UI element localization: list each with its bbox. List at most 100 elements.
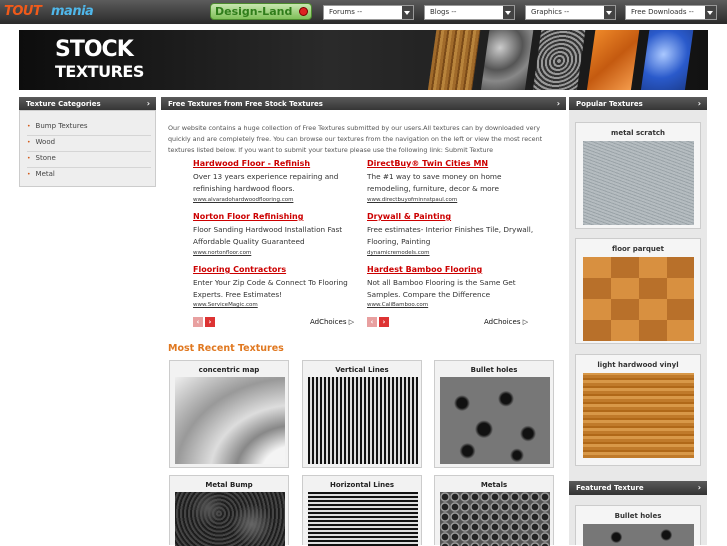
ad-description: Not all Bamboo Flooring is the Same Get … [367, 278, 516, 299]
blue-texture-roll [640, 30, 694, 90]
adchoices-label: AdChoices [310, 318, 347, 326]
logo-text-mania: mania [51, 4, 94, 19]
banner-title-textures: TEXTURES [55, 62, 144, 81]
floor-parquet-thumbnail[interactable] [583, 257, 694, 341]
texture-card[interactable]: Vertical Lines [302, 360, 422, 468]
ad-title[interactable]: Norton Floor Refinishing [193, 212, 303, 221]
adchoices-label: AdChoices [484, 318, 521, 326]
logo-text-tout: TOUT [4, 4, 42, 19]
ad-url[interactable]: www.alvaradohardwoodflooring.com [193, 197, 293, 203]
light-hardwood-vinyl-thumbnail[interactable] [583, 373, 694, 458]
divider [27, 167, 151, 168]
forums-dropdown[interactable]: Forums -- [323, 5, 414, 20]
main-panel-title: Free Textures from Free Stock Textures [168, 100, 323, 108]
texture-title[interactable]: Bullet holes [435, 366, 553, 374]
texture-card[interactable]: Horizontal Lines [302, 475, 422, 546]
blogs-dropdown-label: Blogs -- [430, 8, 457, 16]
popular-textures-header: Popular Textures › [569, 97, 707, 111]
adchoices-link[interactable]: AdChoices ▷ [484, 318, 528, 326]
free-downloads-dropdown[interactable]: Free Downloads -- [625, 5, 717, 20]
graphics-dropdown-label: Graphics -- [531, 8, 570, 16]
ad-url[interactable]: www.ServiceMagic.com [193, 302, 258, 308]
texture-title[interactable]: floor parquet [576, 245, 700, 253]
metal-scratch-thumbnail[interactable] [583, 141, 694, 225]
texture-title[interactable]: Vertical Lines [303, 366, 421, 374]
texture-categories-header: Texture Categories › [19, 97, 156, 111]
ad-title[interactable]: Flooring Contractors [193, 265, 286, 274]
category-wood[interactable]: Wood [27, 138, 56, 146]
design-land-logo[interactable]: Design-Land [210, 3, 312, 20]
ad-title[interactable]: DirectBuy® Twin Cities MN [367, 159, 488, 168]
chevron-right-icon: › [697, 99, 701, 108]
texture-title[interactable]: Horizontal Lines [303, 481, 421, 489]
category-stone[interactable]: Stone [27, 154, 56, 162]
concentric-map-thumbnail[interactable] [175, 377, 285, 464]
chevron-right-icon: › [697, 483, 701, 492]
stock-textures-banner[interactable]: STOCK TEXTURES [19, 30, 708, 90]
ad-description: The #1 way to save money on home remodel… [367, 172, 502, 193]
ad-description: Over 13 years experience repairing and r… [193, 172, 339, 193]
rust-texture-roll [480, 30, 534, 90]
most-recent-heading: Most Recent Textures [168, 343, 284, 354]
featured-texture-header: Featured Texture › [569, 481, 707, 495]
metal-bump-thumbnail[interactable] [175, 492, 285, 546]
popular-texture-card[interactable]: light hardwood vinyl [575, 354, 701, 466]
adchoices-icon: ▷ [522, 318, 529, 326]
vertical-lines-thumbnail[interactable] [308, 377, 418, 464]
texture-categories-title: Texture Categories [26, 100, 101, 108]
texture-title[interactable]: concentric map [170, 366, 288, 374]
ad-description: Floor Sanding Hardwood Installation Fast… [193, 225, 343, 246]
chevron-down-icon [503, 6, 514, 19]
featured-texture-title: Featured Texture [576, 484, 644, 492]
horizontal-lines-thumbnail[interactable] [308, 492, 418, 546]
bullet-holes-thumbnail[interactable] [440, 377, 550, 464]
texture-title[interactable]: Metal Bump [170, 481, 288, 489]
adchoices-icon: ▷ [348, 318, 355, 326]
ad-url[interactable]: www.CaliBamboo.com [367, 302, 428, 308]
texture-title[interactable]: metal scratch [576, 129, 700, 137]
free-downloads-dropdown-label: Free Downloads -- [631, 8, 694, 16]
texture-card[interactable]: Metals [434, 475, 554, 546]
texture-title[interactable]: light hardwood vinyl [576, 361, 700, 369]
metals-thumbnail[interactable] [440, 492, 550, 546]
featured-texture-card[interactable]: Bullet holes [575, 505, 701, 546]
intro-text: Our website contains a huge collection o… [168, 124, 543, 154]
texture-title[interactable]: Metals [435, 481, 553, 489]
texture-card[interactable]: Metal Bump [169, 475, 289, 546]
graphics-dropdown[interactable]: Graphics -- [525, 5, 616, 20]
category-metal[interactable]: Metal [27, 170, 55, 178]
ad-title[interactable]: Hardwood Floor - Refinish [193, 159, 310, 168]
texture-card[interactable]: Bullet holes [434, 360, 554, 468]
ad-title[interactable]: Drywall & Painting [367, 212, 451, 221]
featured-bullet-holes-thumbnail[interactable] [583, 524, 694, 546]
blogs-dropdown[interactable]: Blogs -- [424, 5, 515, 20]
texture-title[interactable]: Bullet holes [576, 512, 700, 520]
orange-texture-roll [586, 30, 640, 90]
ad-prev-button[interactable]: ‹ [193, 317, 203, 327]
divider [27, 151, 151, 152]
ad-description: Free estimates- Interior Finishes Tile, … [367, 225, 534, 246]
ad-prev-button[interactable]: ‹ [367, 317, 377, 327]
ad-url[interactable]: dynamicremodels.com [367, 250, 430, 256]
chevron-down-icon [604, 6, 615, 19]
ad-url[interactable]: www.nortonfloor.com [193, 250, 251, 256]
ad-column-right: DirectBuy® Twin Cities MN The #1 way to … [367, 155, 539, 328]
popular-texture-card[interactable]: floor parquet [575, 238, 701, 344]
ad-title[interactable]: Hardest Bamboo Flooring [367, 265, 482, 274]
texture-card[interactable]: concentric map [169, 360, 289, 468]
metal-mesh-texture-roll [532, 30, 586, 90]
texture-categories-list: Bump Textures Wood Stone Metal [19, 110, 156, 187]
chevron-down-icon [705, 6, 716, 19]
adchoices-link[interactable]: AdChoices ▷ [310, 318, 354, 326]
ad-next-button[interactable]: › [205, 317, 215, 327]
main-panel-header: Free Textures from Free Stock Textures › [161, 97, 566, 111]
ad-url[interactable]: www.directbuyofminnstpaul.com [367, 197, 457, 203]
ad-next-button[interactable]: › [379, 317, 389, 327]
toutmania-logo[interactable]: TOUT mania [4, 3, 100, 19]
category-bump-textures[interactable]: Bump Textures [27, 122, 88, 130]
ladybug-icon [299, 7, 308, 16]
ad-column-left: Hardwood Floor - Refinish Over 13 years … [193, 155, 365, 328]
popular-texture-card[interactable]: metal scratch [575, 122, 701, 229]
chevron-right-icon: › [556, 99, 560, 108]
wood-texture-roll [427, 30, 481, 90]
